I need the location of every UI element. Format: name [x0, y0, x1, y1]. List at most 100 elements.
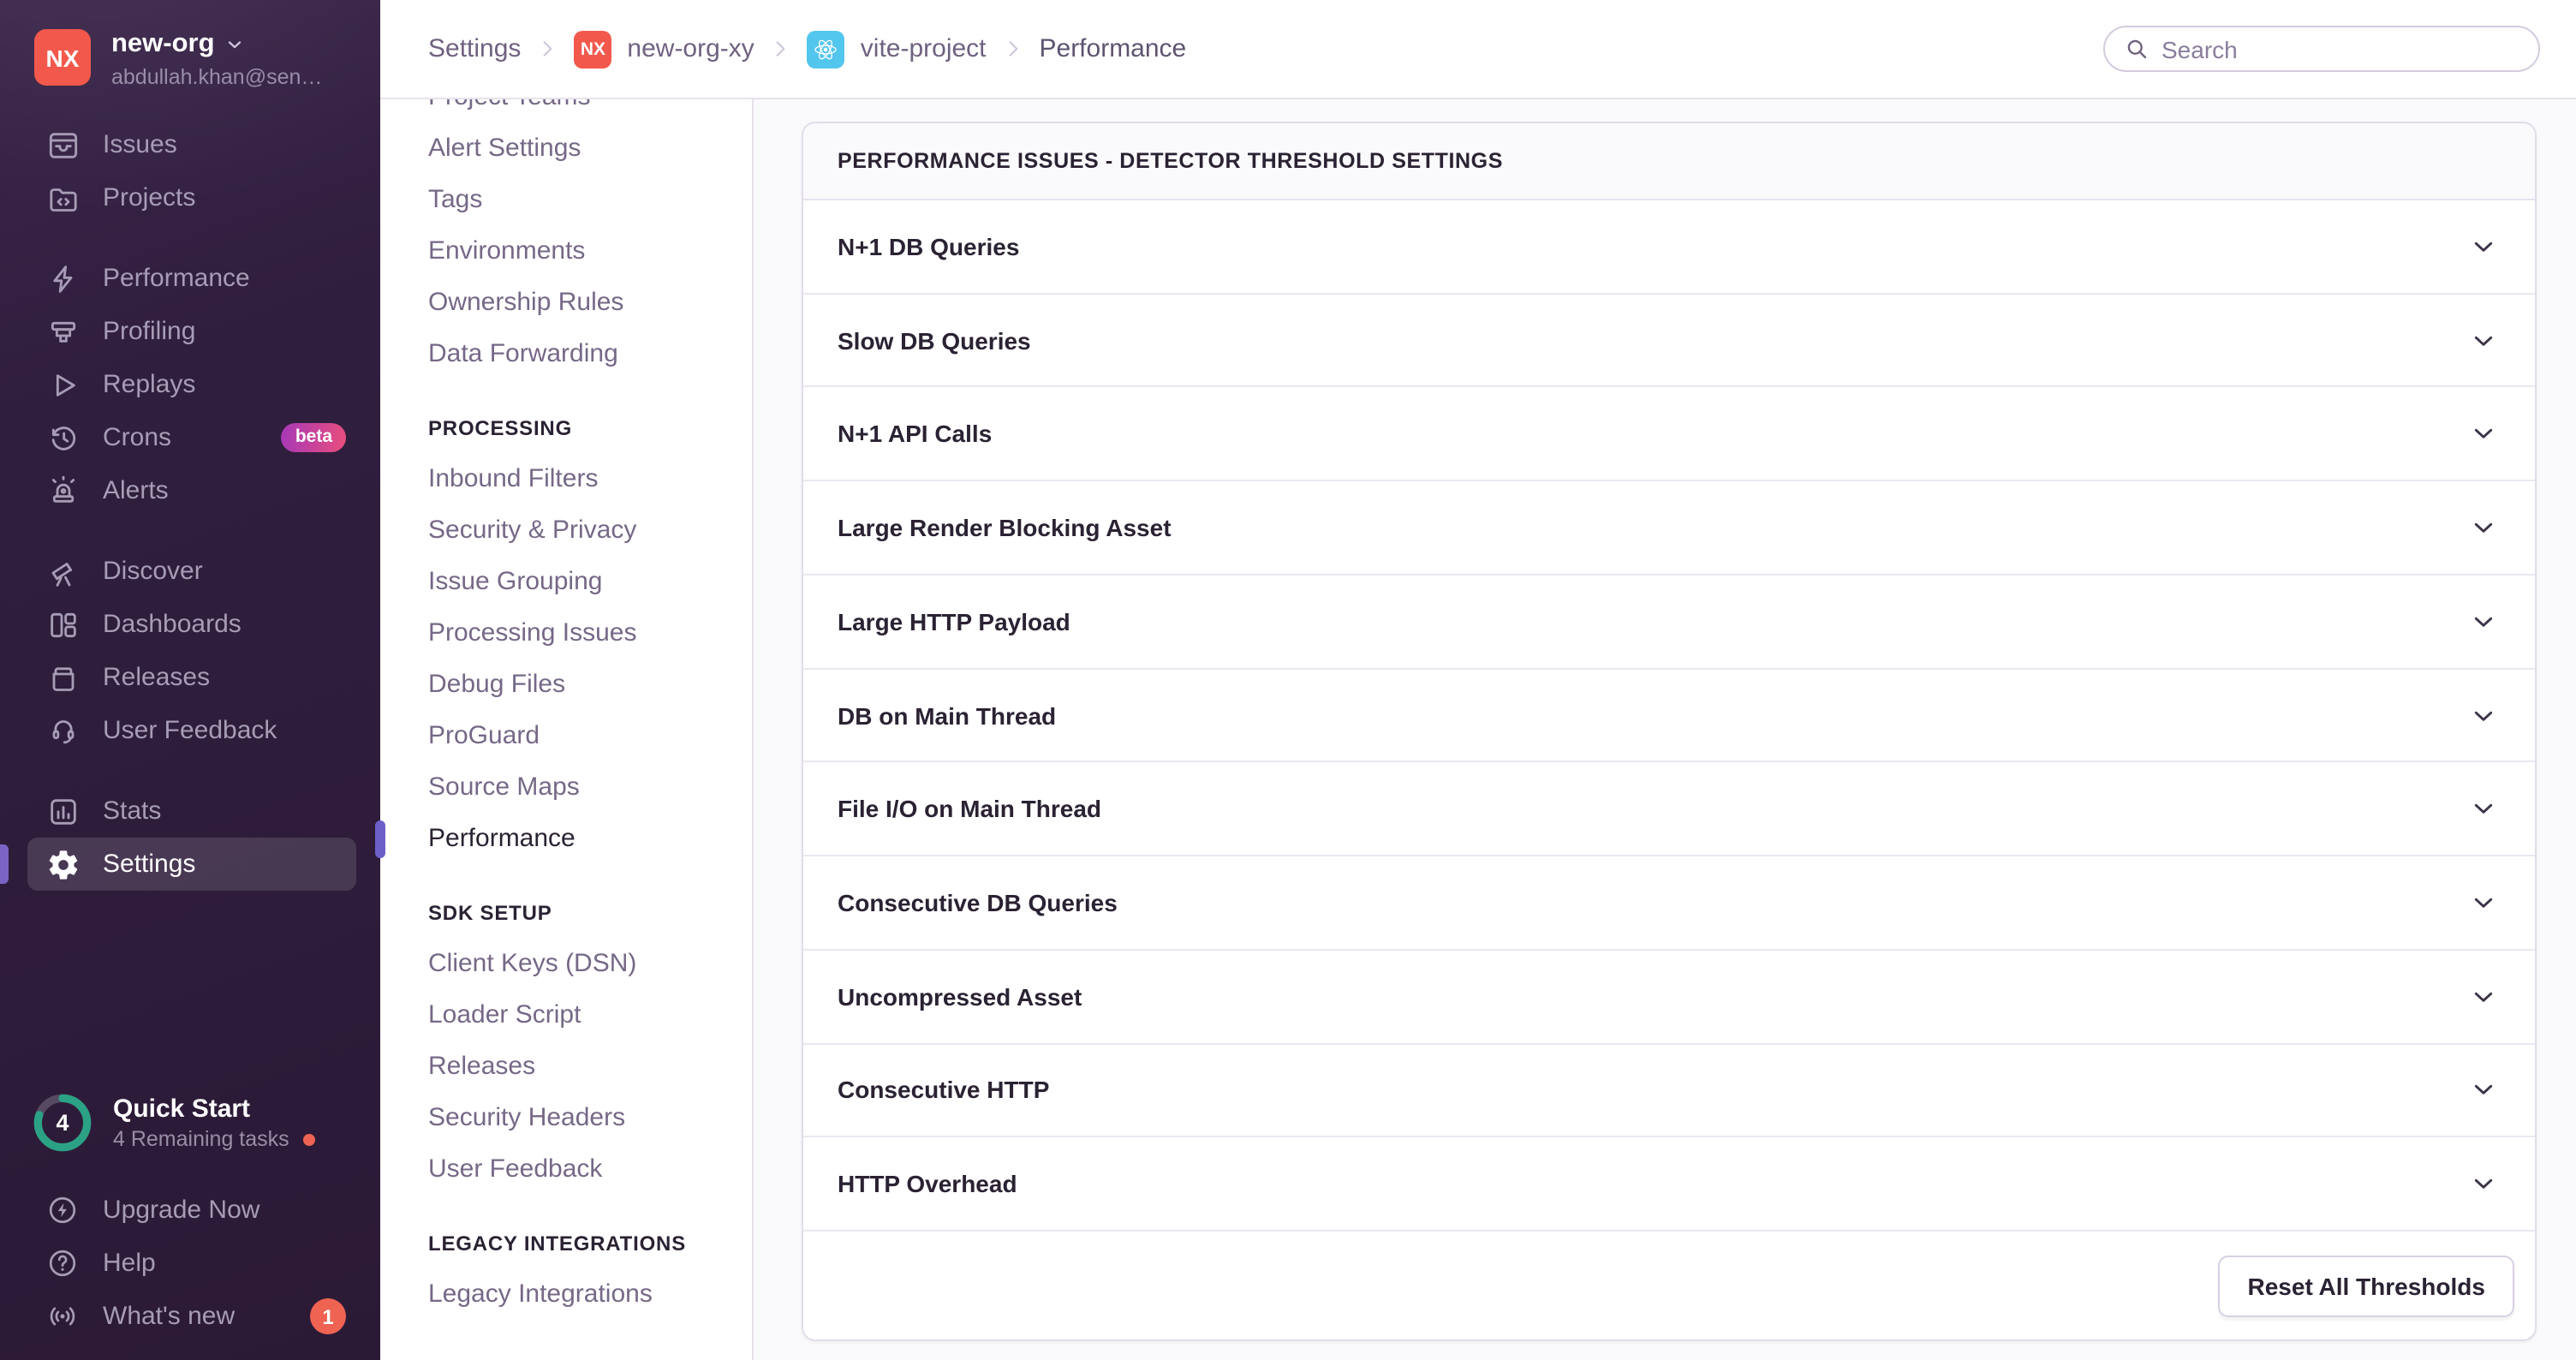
settings-nav-item-loader-script[interactable]: Loader Script — [380, 990, 752, 1041]
breadcrumb-settings[interactable]: Settings — [428, 34, 521, 63]
breadcrumb: Settings NX new-org-xy vite-project Perf… — [428, 30, 1186, 68]
sidebar-item-label: Help — [103, 1249, 156, 1278]
whats-new-badge: 1 — [310, 1298, 346, 1334]
org-badge: NX — [574, 30, 611, 68]
settings-nav-item-security-privacy[interactable]: Security & Privacy — [380, 505, 752, 557]
settings-nav-item-debug-files[interactable]: Debug Files — [380, 659, 752, 711]
breadcrumb-project[interactable]: vite-project — [861, 34, 987, 63]
chevron-down-icon[interactable] — [2470, 233, 2497, 260]
settings-nav-item-issue-grouping[interactable]: Issue Grouping — [380, 557, 752, 608]
dashboards-icon — [46, 607, 80, 641]
sidebar-item-user-feedback[interactable]: User Feedback — [0, 704, 380, 757]
settings-nav-item-data-forwarding[interactable]: Data Forwarding — [380, 329, 752, 380]
sidebar-item-stats[interactable]: Stats — [0, 784, 380, 838]
active-nav-indicator — [375, 820, 385, 858]
sidebar-item-crons[interactable]: Crons beta — [0, 411, 380, 464]
stats-icon — [46, 794, 80, 828]
org-switcher[interactable]: NX new-org abdullah.khan@sen… — [0, 0, 380, 89]
reset-all-thresholds-button[interactable]: Reset All Thresholds — [2219, 1255, 2515, 1316]
chevron-down-icon[interactable] — [2470, 982, 2497, 1010]
sidebar-item-label: User Feedback — [103, 716, 277, 745]
search-input[interactable] — [2162, 35, 2519, 63]
sidebar-item-label: Discover — [103, 557, 203, 586]
detector-row-n1-api-calls[interactable]: N+1 API Calls — [803, 388, 2535, 481]
quickstart-title: Quick Start — [113, 1095, 315, 1125]
discover-icon — [46, 554, 80, 588]
breadcrumb-current-page: Performance — [1040, 34, 1187, 63]
sidebar-item-dashboards[interactable]: Dashboards — [0, 598, 380, 651]
topbar: Settings NX new-org-xy vite-project Perf… — [380, 0, 2576, 99]
chevron-down-icon[interactable] — [2470, 608, 2497, 635]
detector-row-slow-db-queries[interactable]: Slow DB Queries — [803, 294, 2535, 387]
projects-icon — [46, 181, 80, 215]
sidebar-item-issues[interactable]: Issues — [0, 118, 380, 171]
settings-nav-item-proguard[interactable]: ProGuard — [380, 711, 752, 762]
search-icon — [2124, 36, 2150, 62]
detector-row-n1-db-queries[interactable]: N+1 DB Queries — [803, 200, 2535, 294]
settings-nav-item-inbound-filters[interactable]: Inbound Filters — [380, 454, 752, 505]
chevron-down-icon[interactable] — [2470, 421, 2497, 448]
settings-nav-item-performance[interactable]: Performance — [380, 814, 752, 865]
sidebar-item-label: Upgrade Now — [103, 1196, 259, 1225]
profiling-icon — [46, 314, 80, 349]
settings-nav-item-client-keys[interactable]: Client Keys (DSN) — [380, 939, 752, 990]
quick-start-widget[interactable]: 4 Quick Start 4 Remaining tasks — [0, 1091, 380, 1154]
detector-row-large-render-blocking-asset[interactable]: Large Render Blocking Asset — [803, 481, 2535, 575]
sidebar-item-label: Releases — [103, 663, 210, 692]
sidebar-nav: Issues Projects Performance — [0, 118, 380, 891]
breadcrumb-separator-icon — [770, 38, 792, 60]
active-route-indicator — [0, 844, 9, 884]
sidebar-item-alerts[interactable]: Alerts — [0, 464, 380, 517]
upgrade-icon — [46, 1194, 79, 1226]
detector-row-uncompressed-asset[interactable]: Uncompressed Asset — [803, 951, 2535, 1044]
sidebar-item-label: Alerts — [103, 476, 169, 505]
user-feedback-icon — [46, 713, 80, 748]
chevron-down-icon[interactable] — [2470, 796, 2497, 823]
settings-nav: Project Teams Alert Settings Tags Enviro… — [380, 99, 754, 1360]
settings-nav-section-legacy-integrations: LEGACY INTEGRATIONS — [380, 1218, 752, 1269]
breadcrumb-separator-icon — [536, 38, 558, 60]
detector-row-db-on-main-thread[interactable]: DB on Main Thread — [803, 669, 2535, 762]
settings-nav-item-tags[interactable]: Tags — [380, 175, 752, 226]
sidebar-item-label: Projects — [103, 183, 195, 212]
settings-nav-item-legacy-integrations[interactable]: Legacy Integrations — [380, 1269, 752, 1321]
sidebar-item-help[interactable]: Help — [0, 1237, 380, 1290]
breadcrumb-org[interactable]: new-org-xy — [627, 34, 754, 63]
settings-nav-item-releases[interactable]: Releases — [380, 1041, 752, 1093]
react-logo-icon — [808, 30, 845, 68]
broadcast-icon — [46, 1300, 79, 1333]
chevron-down-icon[interactable] — [2470, 1170, 2497, 1197]
chevron-down-icon[interactable] — [2470, 889, 2497, 916]
crons-icon — [46, 421, 80, 455]
chevron-down-icon[interactable] — [2470, 326, 2497, 354]
detector-row-file-io-on-main-thread[interactable]: File I/O on Main Thread — [803, 763, 2535, 856]
notification-dot — [303, 1133, 315, 1145]
sidebar-item-projects[interactable]: Projects — [0, 171, 380, 224]
settings-nav-item-ownership-rules[interactable]: Ownership Rules — [380, 277, 752, 329]
detector-row-consecutive-http[interactable]: Consecutive HTTP — [803, 1044, 2535, 1137]
sidebar-item-replays[interactable]: Replays — [0, 358, 380, 411]
settings-nav-item-alert-settings[interactable]: Alert Settings — [380, 123, 752, 175]
sidebar-item-discover[interactable]: Discover — [0, 545, 380, 598]
sidebar-item-releases[interactable]: Releases — [0, 651, 380, 704]
settings-nav-item-user-feedback[interactable]: User Feedback — [380, 1144, 752, 1196]
settings-nav-item-environments[interactable]: Environments — [380, 226, 752, 277]
sidebar-item-performance[interactable]: Performance — [0, 252, 380, 305]
main-content: PERFORMANCE ISSUES - DETECTOR THRESHOLD … — [754, 99, 2576, 1360]
sidebar-item-whats-new[interactable]: What's new 1 — [0, 1290, 380, 1343]
settings-nav-item-security-headers[interactable]: Security Headers — [380, 1093, 752, 1144]
sidebar-item-upgrade-now[interactable]: Upgrade Now — [0, 1184, 380, 1237]
chevron-down-icon — [215, 34, 246, 55]
sidebar-item-profiling[interactable]: Profiling — [0, 305, 380, 358]
org-avatar: NX — [34, 29, 91, 86]
settings-nav-item-processing-issues[interactable]: Processing Issues — [380, 608, 752, 659]
chevron-down-icon[interactable] — [2470, 701, 2497, 729]
chevron-down-icon[interactable] — [2470, 514, 2497, 541]
sidebar-item-settings[interactable]: Settings — [27, 838, 356, 891]
chevron-down-icon[interactable] — [2470, 1077, 2497, 1104]
main-sidebar: NX new-org abdullah.khan@sen… Issues — [0, 0, 380, 1360]
detector-row-http-overhead[interactable]: HTTP Overhead — [803, 1138, 2535, 1232]
detector-row-consecutive-db-queries[interactable]: Consecutive DB Queries — [803, 856, 2535, 950]
detector-row-large-http-payload[interactable]: Large HTTP Payload — [803, 576, 2535, 669]
settings-nav-item-source-maps[interactable]: Source Maps — [380, 762, 752, 814]
